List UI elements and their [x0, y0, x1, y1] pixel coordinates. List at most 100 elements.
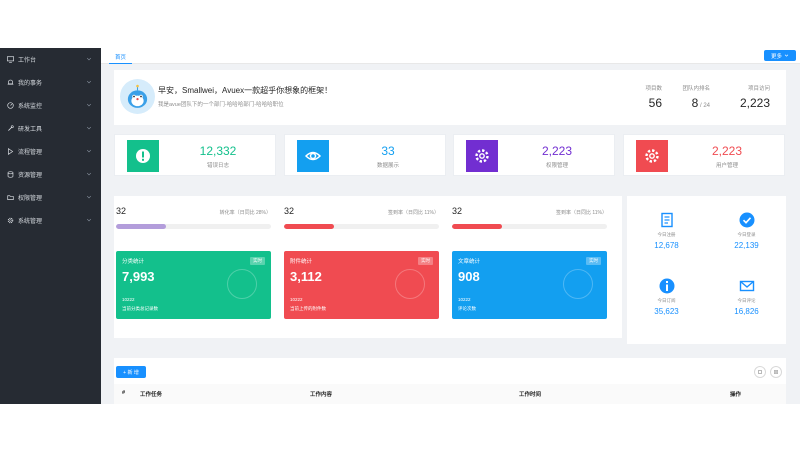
metric-label: 错误日志 [206, 163, 229, 169]
sidebar-item-workbench[interactable]: 工作台 [0, 48, 101, 70]
watermark-icon [563, 269, 593, 299]
progress-label: 签到率（日同比 11%） [555, 210, 607, 216]
sidebar-item-dev-tools[interactable]: 研发工具 [0, 117, 101, 139]
chevron-down-icon [86, 102, 92, 108]
progress-track [284, 224, 439, 229]
realtime-badge: 实时 [418, 257, 433, 265]
stat-team-rank: 团队内排名 8 / 24 [682, 84, 710, 110]
refresh-button[interactable] [754, 366, 766, 378]
sidebar-item-permissions[interactable]: 权限管理 [0, 186, 101, 208]
progress-value: 32 [452, 206, 463, 216]
chevron-down-icon [784, 54, 789, 57]
welcome-card: 早安，Smallwei，Avuex一款超乎你想象的框架！ 我是avue团队下的一… [114, 70, 786, 125]
sidebar-item-label: 研发工具 [18, 126, 43, 133]
progress-fill [452, 224, 502, 229]
sidebar-item-monitoring[interactable]: 系统监控 [0, 94, 101, 116]
app-window: 工作台 我的事务 系统监控 研发工具 流程管理 资源管理 权限管理 系统管理 首… [0, 48, 800, 404]
sidebar-item-resources[interactable]: 资源管理 [0, 163, 101, 185]
chevron-down-icon [86, 194, 92, 200]
panel-description: 当前分类总记录数 [122, 306, 158, 311]
gear-icon [7, 217, 14, 224]
column-header: 工作任务 [140, 392, 163, 398]
more-button[interactable]: 更多 [764, 50, 796, 61]
watermark-icon [395, 269, 425, 299]
column-header: # [122, 390, 126, 396]
column-header: 工作时间 [519, 392, 542, 398]
panel-count: 10222 [122, 297, 135, 302]
stat-label: 今日登录 [737, 232, 756, 237]
sidebar-item-label: 权限管理 [18, 195, 43, 202]
column-settings-button[interactable] [770, 366, 782, 378]
progress-value: 32 [284, 206, 295, 216]
sidebar-item-label: 流程管理 [18, 149, 43, 156]
tab-home[interactable]: 首页 [109, 50, 133, 64]
stat-project-visits: 项目访问 2,223 [740, 84, 770, 110]
sidebar-item-label: 资源管理 [18, 172, 43, 179]
stat-value: 16,826 [734, 307, 759, 316]
chevron-down-icon [86, 79, 92, 85]
stat-value: 12,678 [654, 241, 679, 250]
metric-permissions[interactable]: 2,223 权限管理 [453, 134, 615, 176]
check-circle-icon [739, 212, 754, 228]
more-button-label: 更多 [770, 53, 782, 60]
panel-count: 10222 [458, 297, 471, 302]
metric-label: 用户管理 [715, 163, 738, 169]
database-icon [7, 170, 14, 178]
column-header: 操作 [730, 392, 742, 398]
metric-value: 12,332 [199, 144, 237, 158]
stat-today-subscribe: 今日订阅 35,623 [627, 278, 706, 316]
gear-icon [466, 140, 498, 172]
panel-category-stats[interactable]: 分类统计 实时 7,993 10222 当前分类总记录数 [116, 251, 271, 319]
sidebar-item-label: 系统监控 [18, 103, 43, 110]
sidebar-item-workflow[interactable]: 流程管理 [0, 140, 101, 162]
stat-suffix: / 24 [698, 103, 710, 109]
progress-label: 转化率（日同比 28%） [219, 210, 271, 216]
stat-label: 今日评论 [737, 298, 756, 303]
stat-projects: 项目数 56 [645, 84, 662, 110]
welcome-title: 早安，Smallwei，Avuex一款超乎你想象的框架！ [158, 86, 333, 95]
stat-label: 项目数 [645, 86, 662, 92]
metric-data-display[interactable]: 33 数据展示 [284, 134, 446, 176]
tab-bar: 首页 更多 [101, 48, 800, 64]
monitor-icon [7, 55, 14, 63]
panel-value: 3,112 [290, 269, 322, 284]
envelope-icon [739, 280, 754, 292]
sidebar-item-system[interactable]: 系统管理 [0, 209, 101, 231]
metric-value: 33 [381, 144, 395, 158]
stat-today-login: 今日登录 22,139 [707, 212, 786, 250]
refresh-icon [758, 370, 762, 374]
metric-users[interactable]: 2,223 用户管理 [623, 134, 785, 176]
metric-error-logs[interactable]: 12,332 错误日志 [114, 134, 276, 176]
document-icon [660, 212, 673, 228]
panel-value: 7,993 [122, 269, 155, 284]
chevron-down-icon [86, 56, 92, 62]
chevron-down-icon [86, 125, 92, 131]
add-button[interactable]: + 新 增 [116, 366, 146, 378]
folder-icon [7, 194, 14, 201]
stat-value: 56 [648, 96, 662, 110]
statistics-card: 32 转化率（日同比 28%） 32 签到率（日同比 11%） 32 签到率（日… [114, 196, 622, 338]
metric-label: 数据展示 [376, 163, 399, 169]
panel-article-stats[interactable]: 文章统计 实时 908 10222 评论次数 [452, 251, 607, 319]
realtime-badge: 实时 [250, 257, 265, 265]
stat-label: 项目访问 [747, 86, 770, 92]
progress-fill [284, 224, 334, 229]
stat-label: 今日订阅 [657, 298, 676, 303]
stat-value: 8 / 24 [691, 96, 710, 110]
grid-icon [774, 370, 778, 374]
wrench-icon [7, 124, 14, 132]
panel-title: 附件统计 [290, 259, 313, 265]
panel-description: 评论次数 [458, 306, 476, 311]
metric-value: 2,223 [711, 144, 743, 158]
panel-attachment-stats[interactable]: 附件统计 实时 3,112 10222 当前上传的附件数 [284, 251, 439, 319]
table-header: # 工作任务 工作内容 工作时间 操作 [114, 384, 786, 404]
progress-track [116, 224, 271, 229]
bell-icon [7, 79, 14, 86]
sidebar-item-my-affairs[interactable]: 我的事务 [0, 71, 101, 93]
watermark-icon [227, 269, 257, 299]
stat-today-register: 今日注册 12,678 [627, 212, 706, 250]
panel-title: 分类统计 [122, 259, 145, 265]
gear-icon [636, 140, 668, 172]
stat-value: 2,223 [739, 96, 770, 110]
metric-label: 权限管理 [545, 163, 568, 169]
